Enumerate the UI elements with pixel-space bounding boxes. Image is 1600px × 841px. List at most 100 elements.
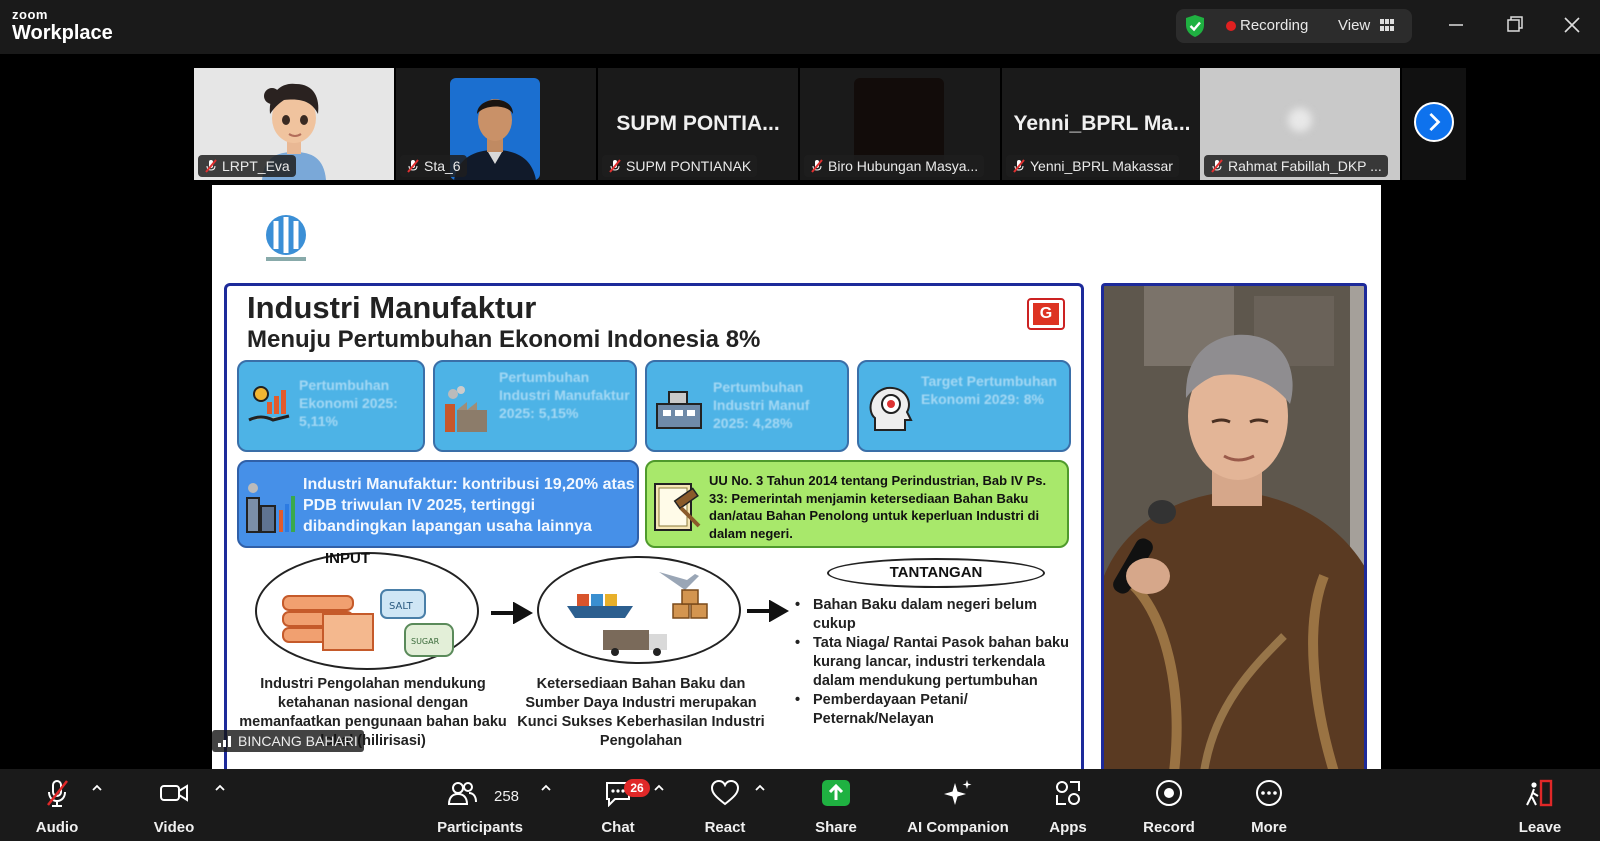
apps-button[interactable]: Apps xyxy=(1038,769,1098,841)
muted-mic-icon xyxy=(407,159,419,173)
participant-name: Yenni_BPRL Makassar xyxy=(1006,155,1179,177)
input-label: INPUT xyxy=(325,550,370,567)
participant-name: Sta_6 xyxy=(400,155,467,177)
gavel-book-icon xyxy=(654,483,701,531)
muted-mic-icon xyxy=(1013,159,1025,173)
logo-line-2: Workplace xyxy=(12,22,113,44)
contribution-card: Industri Manufaktur: kontribusi 19,20% a… xyxy=(237,460,639,548)
react-button[interactable]: React xyxy=(692,769,758,841)
share-screen-icon xyxy=(822,780,850,806)
next-page-button[interactable] xyxy=(1414,102,1454,142)
challenges-title: TANTANGAN xyxy=(827,558,1045,588)
logistics-icon xyxy=(567,572,708,656)
participant-tile[interactable]: SUPM PONTIA... SUPM PONTIANAK xyxy=(598,68,798,180)
challenge-item: Bahan Baku dalam negeri belum cukup xyxy=(795,596,1073,634)
participant-tile[interactable]: Biro Hubungan Masya... xyxy=(800,68,1000,180)
challenge-item: Tata Niaga/ Rantai Pasok bahan baku kura… xyxy=(795,634,1073,691)
participant-strip: LRPT_Eva Sta_6 SUPM PONTIA... SUPM PONTI… xyxy=(0,54,1600,182)
input-oval: SALT SUGAR xyxy=(255,552,479,670)
economy-growth-icon xyxy=(248,386,290,422)
ai-companion-label: AI Companion xyxy=(907,819,1009,836)
stat-card-text: Target Pertumbuhan Ekonomi 2029: 8% xyxy=(921,373,1057,407)
video-button[interactable]: Video xyxy=(143,769,205,841)
more-button[interactable]: More xyxy=(1240,769,1298,841)
sparkle-icon xyxy=(944,780,972,805)
raw-materials-icon: SALT SUGAR xyxy=(282,589,454,657)
svg-text:SALT: SALT xyxy=(389,601,414,612)
chevron-up-icon[interactable] xyxy=(214,783,226,793)
participants-button[interactable]: 258 Participants xyxy=(432,769,528,841)
chevron-up-icon[interactable] xyxy=(754,783,766,793)
svg-text:SUGAR: SUGAR xyxy=(411,637,440,646)
video-camera-icon xyxy=(160,784,188,802)
stat-card: Pertumbuhan Ekonomi 2025: 5,11% xyxy=(237,360,425,452)
stat-card: Target Pertumbuhan Ekonomi 2029: 8% xyxy=(857,360,1071,452)
participant-name: Biro Hubungan Masya... xyxy=(804,155,985,177)
heart-icon xyxy=(710,779,740,806)
minimize-icon[interactable] xyxy=(1438,10,1474,40)
chevron-up-icon[interactable] xyxy=(540,783,552,793)
recording-label[interactable]: Recording xyxy=(1240,17,1308,34)
ai-companion-button[interactable]: AI Companion xyxy=(900,769,1016,841)
restore-icon[interactable] xyxy=(1496,10,1532,40)
arrow-right-icon xyxy=(747,600,789,622)
record-button[interactable]: Record xyxy=(1138,769,1200,841)
record-icon xyxy=(1156,780,1182,806)
supply-oval xyxy=(537,556,741,664)
chevron-up-icon[interactable] xyxy=(91,783,103,793)
shared-screen: Industri Manufaktur Menuju Pertumbuhan E… xyxy=(212,185,1381,769)
contribution-text: Industri Manufaktur: kontribusi 19,20% a… xyxy=(303,476,635,535)
chat-unread-badge: 26 xyxy=(624,779,650,797)
participants-icon xyxy=(447,782,477,805)
leave-button[interactable]: Leave xyxy=(1514,769,1566,841)
close-icon[interactable] xyxy=(1554,10,1590,40)
presenter-name-tag: BINCANG BAHARI xyxy=(212,730,364,752)
arrow-right-icon xyxy=(491,602,533,624)
supply-caption: Ketersediaan Bahan Baku dan Sumber Daya … xyxy=(517,676,765,749)
chat-button[interactable]: 26 Chat xyxy=(584,769,652,841)
apps-label: Apps xyxy=(1049,819,1087,836)
industry-machine-icon xyxy=(656,391,702,429)
title-bar: zoom Workplace Recording View xyxy=(0,0,1600,54)
speaker-image xyxy=(1104,286,1364,769)
stat-card: Pertumbuhan Industri Manufaktur 2025: 5,… xyxy=(433,360,637,452)
participant-tile[interactable]: Yenni_BPRL Ma... Yenni_BPRL Makassar xyxy=(1002,68,1202,180)
law-text: UU No. 3 Tahun 2014 tentang Perindustria… xyxy=(709,473,1047,541)
slide-panel: Industri Manufaktur Menuju Pertumbuhan E… xyxy=(224,283,1084,769)
muted-mic-icon xyxy=(609,159,621,173)
stat-card: Pertumbuhan Industri Manuf 2025: 4,28% xyxy=(645,360,849,452)
muted-mic-icon xyxy=(47,780,68,807)
share-button[interactable]: Share xyxy=(804,769,868,841)
meeting-toolbar: Audio Video 258 Participants 26 Chat Rea… xyxy=(0,769,1600,841)
participant-tile[interactable]: Sta_6 xyxy=(396,68,596,180)
g-logo: G xyxy=(1027,298,1065,330)
slide-title: Industri Manufaktur xyxy=(247,290,537,325)
view-button[interactable]: View xyxy=(1338,17,1370,34)
security-shield-icon[interactable] xyxy=(1184,14,1206,38)
participant-display-name: Yenni_BPRL Ma... xyxy=(1013,112,1191,135)
chevron-up-icon[interactable] xyxy=(653,783,665,793)
target-head-icon xyxy=(869,386,913,431)
challenge-item: Pemberdayaan Petani/ Peternak/Nelayan xyxy=(795,691,1073,729)
logo-line-1: zoom xyxy=(12,7,48,22)
challenges-list: Bahan Baku dalam negeri belum cukup Tata… xyxy=(795,596,1073,729)
participant-name: Rahmat Fabillah_DKP ... xyxy=(1204,155,1388,177)
record-label: Record xyxy=(1143,819,1195,836)
industry-contribution-icon xyxy=(246,483,295,533)
grid-view-icon[interactable] xyxy=(1380,19,1394,31)
leave-door-icon xyxy=(1526,779,1553,807)
apps-icon xyxy=(1056,781,1080,805)
recording-dot-icon xyxy=(1226,21,1236,31)
participant-tile[interactable]: Rahmat Fabillah_DKP ... xyxy=(1200,68,1400,180)
audio-button[interactable]: Audio xyxy=(26,769,88,841)
leave-label: Leave xyxy=(1518,819,1562,836)
participants-label: Participants xyxy=(437,819,523,836)
stat-card-text: Pertumbuhan Ekonomi 2025: 5,11% xyxy=(299,377,398,429)
presenter-name: BINCANG BAHARI xyxy=(238,733,358,749)
participant-tile[interactable]: LRPT_Eva xyxy=(194,68,394,180)
video-label: Video xyxy=(153,819,195,836)
slide-subtitle: Menuju Pertumbuhan Ekonomi Indonesia 8% xyxy=(247,326,761,353)
more-options-icon xyxy=(1256,780,1282,806)
chat-label: Chat xyxy=(601,819,635,836)
participants-count: 258 xyxy=(494,788,520,805)
